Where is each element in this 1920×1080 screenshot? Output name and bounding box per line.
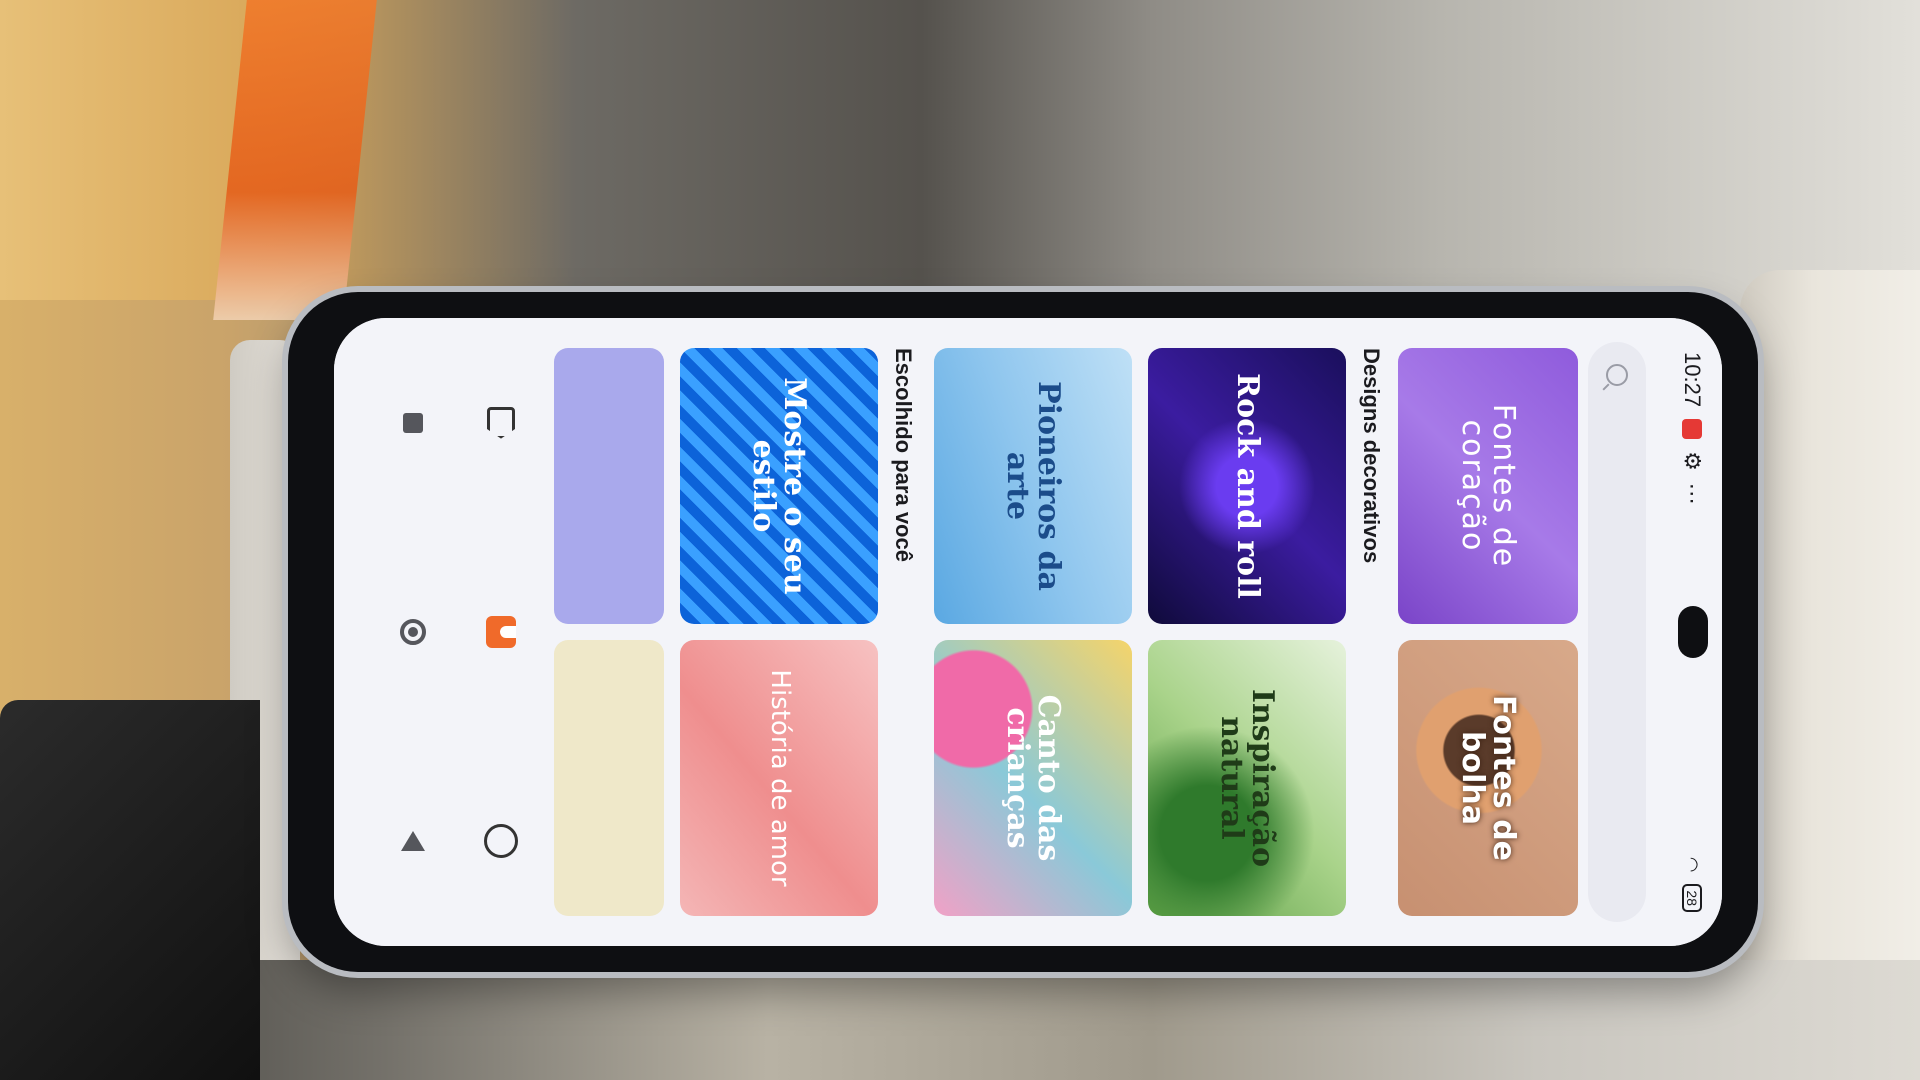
wifi-icon: ◠ [1682,856,1703,873]
card-pioneiros-da-arte[interactable]: Pioneiros da arte [934,348,1132,624]
profile-icon [484,824,518,859]
card-title: Mostre o seu estilo [746,377,813,595]
battery-indicator: 28 [1682,884,1702,912]
home-button[interactable] [393,612,433,652]
search-icon [1606,364,1628,386]
card-inspiracao-natural[interactable]: Inspiração natural [1148,640,1346,916]
background-dark-device [0,700,260,1080]
back-icon [401,831,425,852]
phone-screen: 10:27 ⚙ ⋯ ◠ 28 Fontes de coração Fontes … [334,318,1722,946]
card-title: Pioneiros da arte [1000,381,1067,591]
recents-button[interactable] [393,403,433,443]
themes-icon [486,615,516,648]
tag-icon [487,407,515,439]
card-canto-das-criancas[interactable]: Canto das crianças [934,640,1132,916]
card-title: Canto das crianças [1000,694,1067,862]
card-mostre-o-seu-estilo[interactable]: Mostre o seu estilo [680,348,878,624]
notification-icon [1682,419,1702,440]
camera-cutout [1678,606,1708,658]
nav-item-profile[interactable] [481,821,521,861]
card-partial-purple[interactable] [554,348,664,624]
search-bar[interactable] [1588,342,1646,922]
background-bottom [0,960,1920,1080]
card-rock-and-roll[interactable]: Rock and roll [1148,348,1346,624]
section-title-designs-decorativos: Designs decorativos [1359,348,1384,564]
nav-item-tag[interactable] [481,403,521,443]
card-title: História de amor [764,669,795,887]
settings-icon: ⚙ [1680,451,1705,471]
app-content: 10:27 ⚙ ⋯ ◠ 28 Fontes de coração Fontes … [334,318,1722,946]
card-title: Rock and roll [1229,373,1265,599]
back-button[interactable] [393,821,433,861]
card-fontes-de-coracao[interactable]: Fontes de coração [1398,348,1578,624]
nav-item-themes[interactable] [481,612,521,652]
recents-icon [403,412,423,433]
card-title: Inspiração natural [1214,688,1281,868]
more-icon: ⋯ [1680,482,1705,505]
card-title: Fontes de coração [1455,403,1522,569]
card-partial-cream[interactable] [554,640,664,916]
card-historia-de-amor[interactable]: História de amor [680,640,878,916]
section-title-escolhido-para-voce: Escolhido para você [891,348,916,562]
system-navigation [368,318,458,946]
bottom-navigation [466,318,536,946]
status-time: 10:27 [1680,352,1705,408]
card-fontes-de-bolha[interactable]: Fontes de bolha [1398,640,1578,916]
phone-mount-right [1740,270,1920,990]
home-icon [400,618,426,645]
card-title: Fontes de bolha [1455,694,1522,862]
